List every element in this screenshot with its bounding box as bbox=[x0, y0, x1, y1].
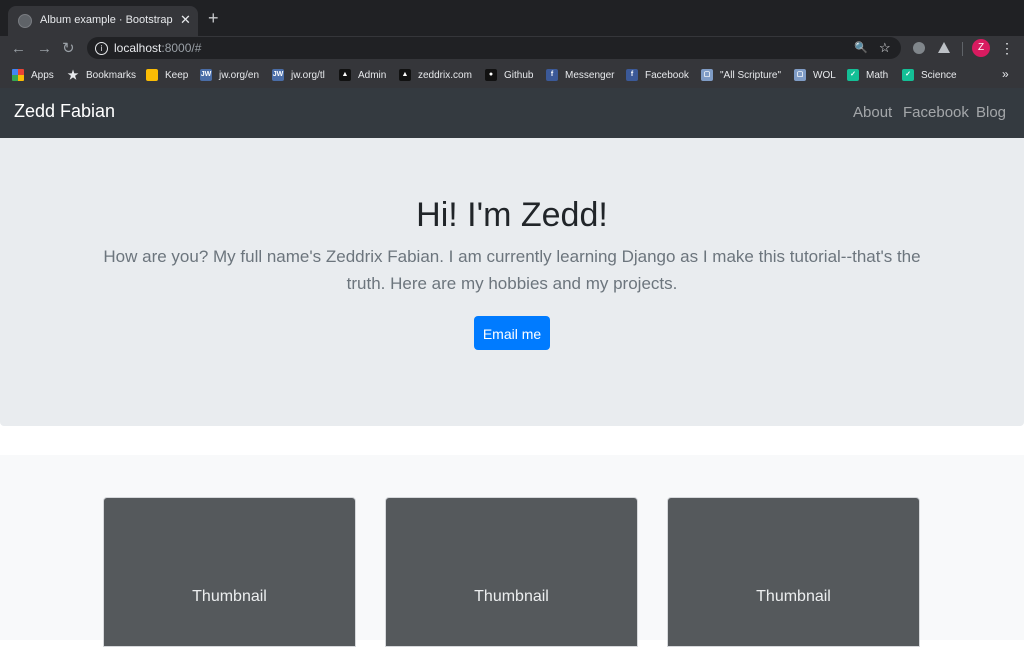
zoom-icon[interactable]: 🔍 bbox=[854, 39, 868, 57]
bookmark-item[interactable]: ● Github bbox=[485, 68, 533, 82]
star-icon: ★ bbox=[67, 68, 79, 82]
bookmark-label: Facebook bbox=[645, 69, 689, 81]
bookmark-label: Bookmarks bbox=[86, 69, 137, 81]
jw-icon: JW bbox=[272, 69, 284, 81]
bookmark-item[interactable]: JW jw.org/tl bbox=[272, 68, 325, 82]
email-me-button[interactable]: Email me bbox=[474, 316, 550, 350]
info-icon[interactable]: i bbox=[95, 42, 108, 55]
bookmark-label: Math bbox=[866, 69, 889, 81]
bookmark-item[interactable]: f Facebook bbox=[626, 68, 689, 82]
browser-tab[interactable]: Album example · Bootstrap ✕ bbox=[8, 6, 198, 36]
globe-icon bbox=[18, 14, 32, 28]
close-tab-icon[interactable]: ✕ bbox=[180, 12, 191, 28]
reload-button[interactable]: ↻ bbox=[62, 39, 75, 59]
bookmark-label: jw.org/en bbox=[219, 69, 260, 81]
bookmark-item[interactable]: ✓ Science bbox=[902, 68, 957, 82]
hero-title: Hi! I'm Zedd! bbox=[416, 196, 608, 234]
bookmark-item[interactable]: ✓ Math bbox=[847, 68, 888, 82]
address-bar[interactable]: i localhost:8000/# 🔍 ☆ bbox=[87, 37, 901, 59]
profile-avatar[interactable]: Z bbox=[972, 39, 990, 57]
thumbnail-card[interactable]: Thumbnail bbox=[103, 497, 356, 647]
bookmark-item[interactable]: JW jw.org/en bbox=[200, 68, 259, 82]
nav-link-facebook[interactable]: Facebook bbox=[903, 104, 969, 121]
bookmark-item[interactable]: ★ Bookmarks bbox=[67, 68, 136, 82]
drive-icon[interactable] bbox=[938, 42, 950, 53]
bookmark-item[interactable]: Keep bbox=[146, 68, 188, 82]
new-tab-button[interactable]: + bbox=[208, 8, 219, 28]
bookmark-label: Github bbox=[504, 69, 534, 81]
extension-icon[interactable] bbox=[913, 42, 925, 54]
bookmark-label: zeddrix.com bbox=[418, 69, 472, 81]
bookmark-label: Messenger bbox=[565, 69, 615, 81]
browser-toolbar: ← → ↻ i localhost:8000/# 🔍 ☆ Z ⋮ bbox=[0, 36, 1024, 62]
bookmark-item[interactable]: ▲ Admin bbox=[339, 68, 386, 82]
url-text[interactable]: localhost:8000/# bbox=[114, 41, 201, 55]
nav-link-blog[interactable]: Blog bbox=[976, 104, 1006, 121]
book-icon: ▢ bbox=[701, 69, 713, 81]
bookmark-label: Science bbox=[921, 69, 957, 81]
thumbnail-label: Thumbnail bbox=[474, 588, 549, 605]
github-icon: ● bbox=[485, 69, 497, 81]
bookmark-item[interactable]: ▢ WOL bbox=[794, 68, 836, 82]
hero-lead: How are you? My full name's Zeddrix Fabi… bbox=[103, 247, 921, 293]
admin-icon: ▲ bbox=[339, 69, 351, 81]
apps-grid-icon bbox=[12, 69, 24, 81]
tab-title: Album example · Bootstrap bbox=[40, 14, 173, 26]
bookmark-item[interactable]: f Messenger bbox=[546, 68, 614, 82]
bookmark-item[interactable]: ▲ zeddrix.com bbox=[399, 68, 472, 82]
bookmarks-bar: Apps ★ Bookmarks Keep JW jw.org/en JW jw.org/tl… bbox=[0, 62, 1024, 88]
thumbnail-card[interactable]: Thumbnail bbox=[385, 497, 638, 647]
thumbnail-card[interactable]: Thumbnail bbox=[667, 497, 920, 647]
bookmark-label: Admin bbox=[358, 69, 387, 81]
khan-icon: ✓ bbox=[902, 69, 914, 81]
khan-icon: ✓ bbox=[847, 69, 859, 81]
facebook-icon: f bbox=[546, 69, 558, 81]
site-navbar: Zedd Fabian About Facebook Blog bbox=[0, 88, 1024, 138]
browser-tab-strip: Album example · Bootstrap ✕ + bbox=[0, 0, 1024, 36]
zeddrix-icon: ▲ bbox=[399, 69, 411, 81]
bookmark-label: WOL bbox=[813, 69, 836, 81]
bookmark-item[interactable]: ▢ "All Scripture" bbox=[701, 68, 781, 82]
keep-icon bbox=[146, 69, 158, 81]
bookmark-label: jw.org/tl bbox=[291, 69, 325, 81]
jw-icon: JW bbox=[200, 69, 212, 81]
book-icon: ▢ bbox=[794, 69, 806, 81]
bookmark-item[interactable]: Apps bbox=[12, 68, 54, 82]
album-section: Thumbnail Thumbnail Thumbnail bbox=[0, 455, 1024, 647]
navbar-brand[interactable]: Zedd Fabian bbox=[14, 101, 115, 122]
hero-section: Hi! I'm Zedd! How are you? My full name'… bbox=[0, 138, 1024, 426]
bookmark-label: Keep bbox=[165, 69, 189, 81]
facebook-icon: f bbox=[626, 69, 638, 81]
bookmarks-overflow-button[interactable]: » bbox=[1002, 67, 1009, 81]
thumbnail-label: Thumbnail bbox=[192, 588, 267, 605]
toolbar-divider bbox=[962, 42, 963, 56]
browser-menu-icon[interactable]: ⋮ bbox=[1000, 39, 1014, 57]
nav-link-about[interactable]: About bbox=[853, 104, 892, 121]
forward-button[interactable]: → bbox=[37, 39, 52, 59]
bookmark-label: "All Scripture" bbox=[720, 69, 782, 81]
bookmark-star-icon[interactable]: ☆ bbox=[879, 39, 891, 57]
back-button[interactable]: ← bbox=[11, 39, 26, 59]
thumbnail-label: Thumbnail bbox=[756, 588, 831, 605]
bookmark-label: Apps bbox=[31, 69, 54, 81]
